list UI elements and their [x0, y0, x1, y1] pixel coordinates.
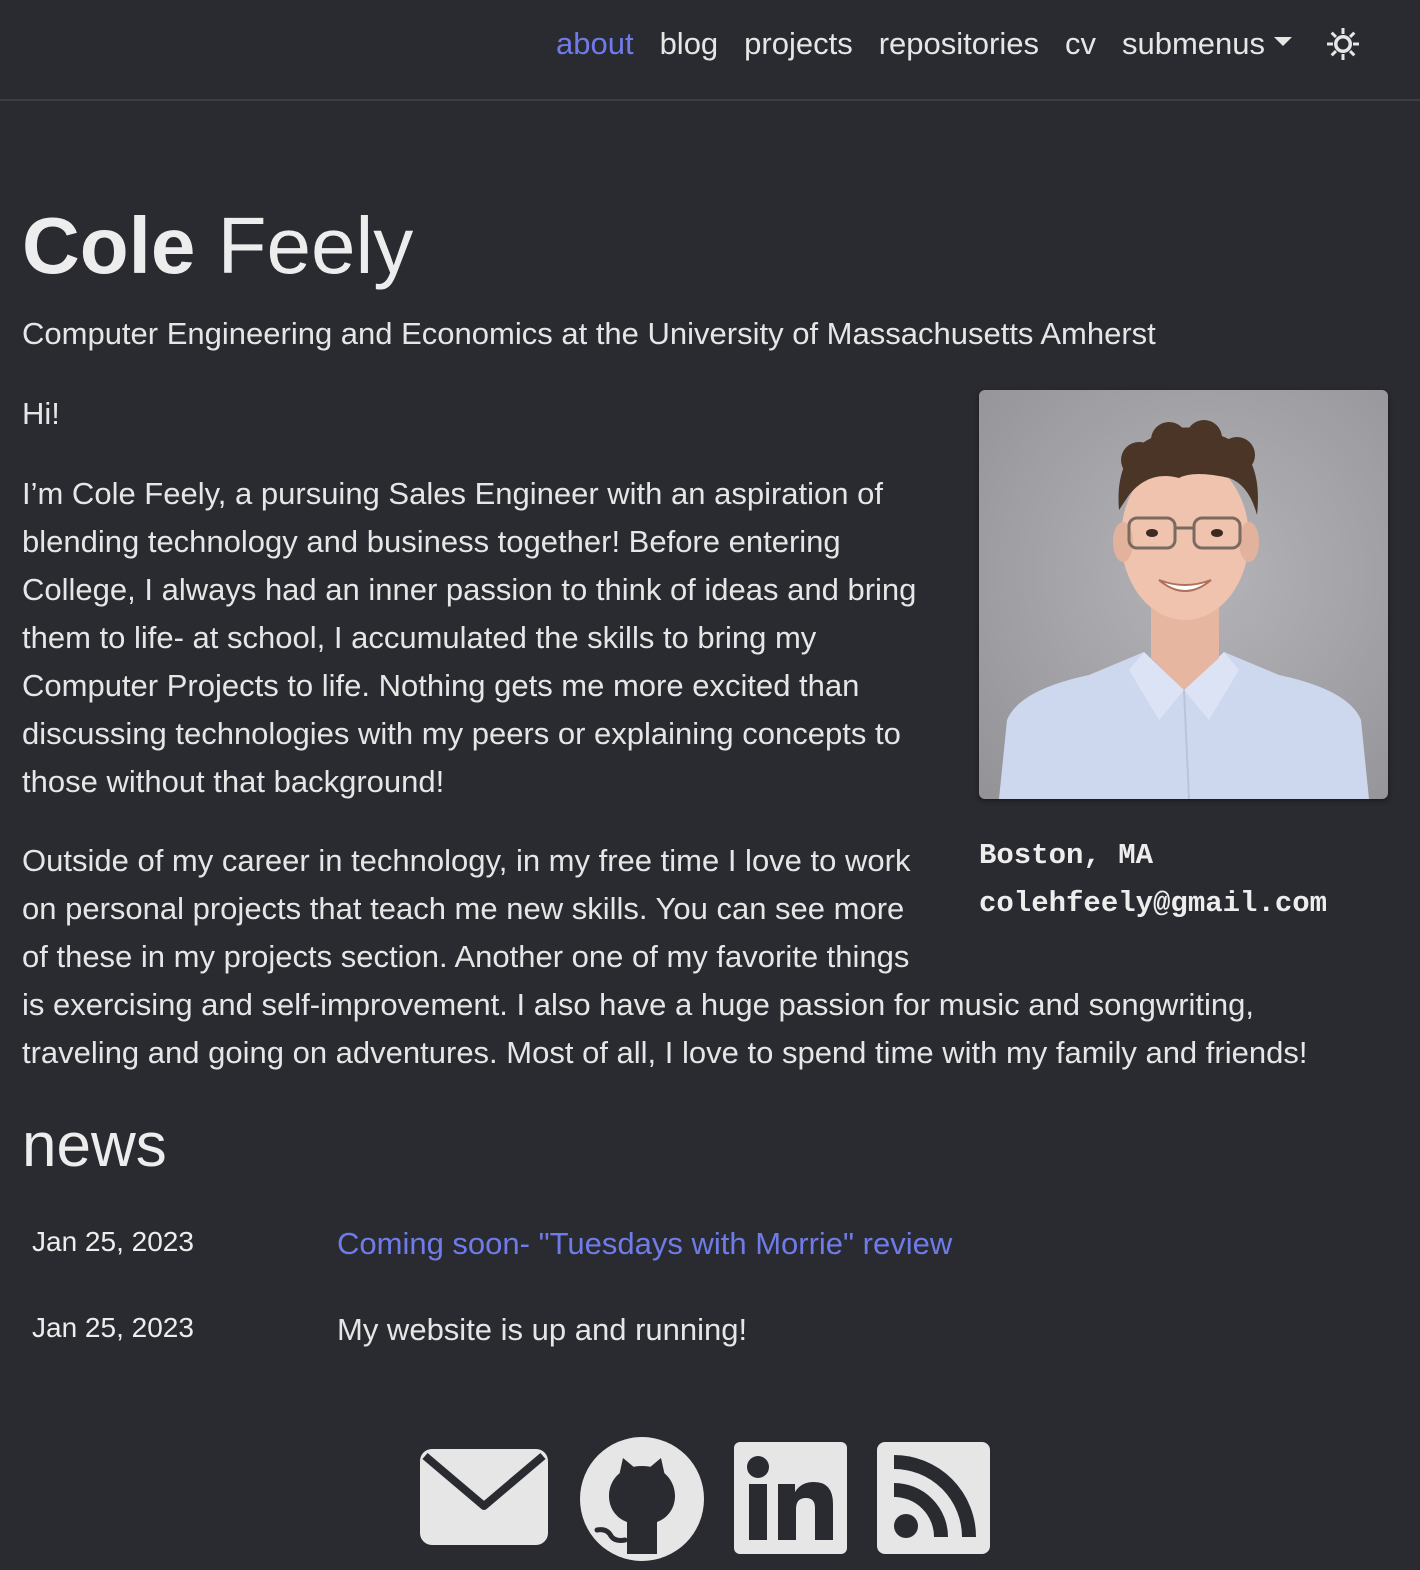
sun-icon[interactable]: [1326, 27, 1360, 61]
bio-line: is exercising and self-improvement. I al…: [22, 987, 1255, 1022]
last-name: Feely: [217, 201, 414, 290]
nav-submenus-dropdown[interactable]: submenus: [1122, 26, 1292, 62]
bio-line: them to life- at school, I accumulated t…: [22, 620, 817, 655]
bio-line: Computer Projects to life. Nothing gets …: [22, 668, 860, 703]
nav-submenus-label: submenus: [1121, 26, 1265, 61]
page-title: Cole Feely: [22, 196, 413, 296]
nav-projects[interactable]: projects: [744, 26, 853, 62]
linkedin-icon[interactable]: [734, 1442, 847, 1554]
bio-line: blending technology and business togethe…: [22, 524, 841, 559]
nav-repositories[interactable]: repositories: [879, 26, 1039, 62]
news-item: Jan 25, 2023 Coming soon- "Tuesdays with…: [0, 1222, 1420, 1282]
rss-icon[interactable]: [877, 1442, 990, 1554]
bio-paragraph-1: I’m Cole Feely, a pursuing Sales Enginee…: [22, 470, 916, 806]
news-link[interactable]: Coming soon- "Tuesdays with Morrie" revi…: [337, 1224, 952, 1264]
bio-line: traveling and going on adventures. Most …: [22, 1035, 1308, 1070]
navbar: about blog projects repositories cv subm…: [0, 0, 1420, 101]
page-subtitle: Computer Engineering and Economics at th…: [22, 316, 1156, 351]
news-heading: news: [22, 1111, 167, 1180]
news-date: Jan 25, 2023: [32, 1312, 194, 1343]
bio-line: those without that background!: [22, 764, 445, 799]
news-item: Jan 25, 2023 My website is up and runnin…: [0, 1308, 1420, 1368]
person-portrait-illustration: [999, 420, 1369, 799]
nav-about[interactable]: about: [556, 26, 634, 62]
nav-menu: about blog projects repositories cv subm…: [556, 22, 1360, 66]
nav-blog[interactable]: blog: [660, 26, 719, 62]
caret-down-icon: [1274, 37, 1292, 47]
bio-line: I’m Cole Feely, a pursuing Sales Enginee…: [22, 476, 883, 511]
profile-photo: [979, 390, 1388, 799]
nav-cv[interactable]: cv: [1065, 26, 1096, 62]
bio-paragraph-2: Outside of my career in technology, in m…: [22, 837, 1307, 1077]
bio-greeting: Hi!: [22, 396, 60, 431]
news-date: Jan 25, 2023: [32, 1226, 194, 1257]
bio-line: College, I always had an inner passion t…: [22, 572, 917, 607]
bio-line: of these in my projects section. Another…: [22, 939, 910, 974]
envelope-icon[interactable]: [419, 1448, 549, 1546]
social-links: [419, 1434, 999, 1564]
github-icon[interactable]: [579, 1436, 705, 1562]
bio-line: on personal projects that teach me new s…: [22, 891, 905, 926]
first-name: Cole: [22, 201, 196, 290]
bio-line: Outside of my career in technology, in m…: [22, 843, 911, 878]
news-text: My website is up and running!: [337, 1312, 748, 1347]
bio-line: discussing technologies with my peers or…: [22, 716, 901, 751]
